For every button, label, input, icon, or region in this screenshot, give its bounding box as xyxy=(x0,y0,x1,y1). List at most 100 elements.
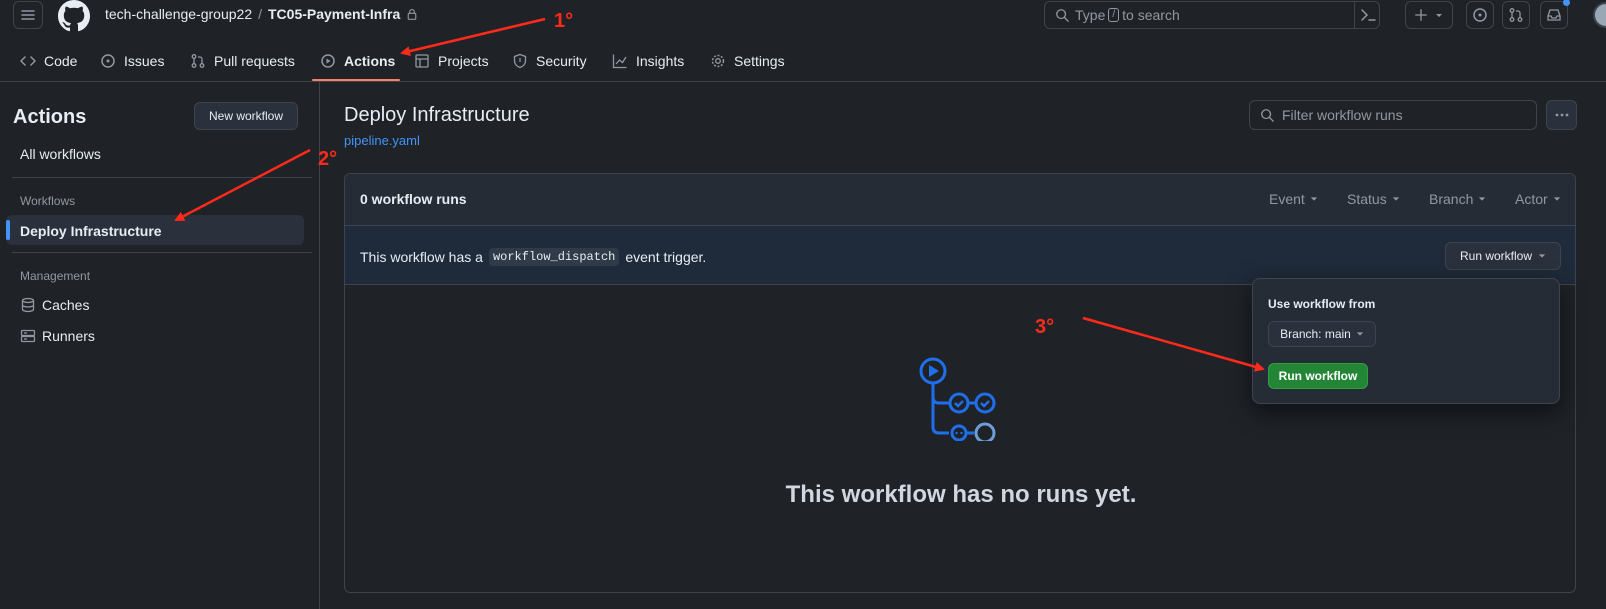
sidebar-divider xyxy=(12,252,312,253)
tab-code[interactable]: Code xyxy=(20,48,77,74)
chevron-down-icon xyxy=(1356,332,1364,336)
play-circle-icon xyxy=(321,54,335,68)
chevron-down-icon xyxy=(1310,197,1318,201)
inbox-icon xyxy=(1547,9,1561,21)
sidebar-item-label: All workflows xyxy=(20,146,101,162)
chevron-down-icon xyxy=(1553,197,1560,201)
chevron-down-icon xyxy=(1538,254,1546,258)
search-input[interactable]: Type / to search xyxy=(1044,1,1380,29)
sidebar-item-deploy-infrastructure[interactable]: Deploy Infrastructure xyxy=(20,223,162,239)
run-workflow-dropdown-button[interactable]: Run workflow xyxy=(1445,242,1561,270)
search-prefix-text: Type xyxy=(1075,7,1106,23)
breadcrumb-separator: / xyxy=(258,6,262,22)
event-filter-dropdown[interactable]: Event xyxy=(1269,191,1318,207)
annotation-step-2: 2° xyxy=(318,148,338,170)
sidebar-item-runners[interactable]: Runners xyxy=(20,328,95,344)
status-filter-dropdown[interactable]: Status xyxy=(1347,191,1400,207)
tab-settings[interactable]: Settings xyxy=(710,48,785,74)
code-icon xyxy=(20,56,36,66)
sidebar-item-caches[interactable]: Caches xyxy=(20,297,89,313)
search-suffix-text: to search xyxy=(1122,7,1180,23)
new-workflow-button[interactable]: New workflow xyxy=(194,102,298,130)
page-title: Deploy Infrastructure xyxy=(344,104,530,126)
plus-icon xyxy=(1415,9,1427,21)
tab-security[interactable]: Security xyxy=(512,48,587,74)
issue-icon xyxy=(101,54,115,68)
menu-button[interactable] xyxy=(13,1,43,29)
search-shortcut-key: / xyxy=(1108,8,1120,22)
tab-pull-requests[interactable]: Pull requests xyxy=(190,48,295,74)
repo-nav: Code Issues Pull requests Actions Projec… xyxy=(0,40,1606,82)
event-filter-label: Event xyxy=(1269,191,1305,207)
sidebar-title: Actions xyxy=(13,106,87,128)
search-icon xyxy=(1056,9,1069,22)
tab-actions[interactable]: Actions xyxy=(320,48,395,74)
run-workflow-submit-button[interactable]: Run workflow xyxy=(1268,363,1368,389)
table-icon xyxy=(415,54,429,68)
workflow-runs-count: 0 workflow runs xyxy=(360,191,467,207)
tab-insights[interactable]: Insights xyxy=(612,48,684,74)
tab-security-label: Security xyxy=(536,53,587,69)
branch-filter-dropdown[interactable]: Branch xyxy=(1429,191,1486,207)
sidebar-item-all-workflows[interactable]: All workflows xyxy=(20,146,101,162)
issue-icon xyxy=(1473,8,1487,22)
dispatch-event-code: workflow_dispatch xyxy=(488,248,620,266)
sidebar-active-indicator xyxy=(6,220,10,240)
create-new-button[interactable] xyxy=(1405,1,1453,29)
sidebar-section-workflows: Workflows xyxy=(20,194,76,208)
sidebar-item-label: Caches xyxy=(42,297,90,313)
chevron-down-icon xyxy=(1479,197,1486,201)
workflow-graph-icon xyxy=(919,357,1003,441)
repo-owner-link[interactable]: tech-challenge-group22 xyxy=(105,6,252,22)
chevron-down-icon xyxy=(1392,197,1399,201)
branch-select-button[interactable]: Branch: main xyxy=(1268,321,1376,347)
notification-dot xyxy=(1563,0,1570,6)
dispatch-suffix: event trigger. xyxy=(625,249,707,265)
repo-name-link[interactable]: TC05-Payment-Infra xyxy=(268,6,400,22)
sidebar: Actions New workflow All workflows Workf… xyxy=(0,82,320,609)
chevron-down-icon xyxy=(1436,14,1442,17)
workflow-file-link[interactable]: pipeline.yaml xyxy=(344,133,420,148)
use-workflow-from-label: Use workflow from xyxy=(1268,297,1376,311)
empty-state-message: This workflow has no runs yet. xyxy=(785,481,1137,508)
lock-icon xyxy=(407,8,417,20)
tab-pull-requests-label: Pull requests xyxy=(214,53,295,69)
sidebar-item-label: Runners xyxy=(42,328,95,344)
run-workflow-label: Run workflow xyxy=(1459,249,1533,263)
database-icon xyxy=(21,297,35,313)
issues-button[interactable] xyxy=(1466,1,1494,29)
shield-icon xyxy=(513,53,527,69)
tab-projects-label: Projects xyxy=(438,53,489,69)
tab-insights-label: Insights xyxy=(636,53,685,69)
breadcrumb: tech-challenge-group22 / TC05-Payment-In… xyxy=(105,6,418,22)
server-icon xyxy=(20,329,36,343)
sidebar-divider xyxy=(12,177,312,178)
command-palette-button[interactable] xyxy=(1354,1,1380,29)
pull-requests-button[interactable] xyxy=(1502,1,1530,29)
tab-issues[interactable]: Issues xyxy=(100,48,164,74)
tab-issues-label: Issues xyxy=(124,53,165,69)
pull-request-icon xyxy=(191,54,205,68)
sidebar-item-label: Deploy Infrastructure xyxy=(20,223,162,239)
top-header: tech-challenge-group22 / TC05-Payment-In… xyxy=(0,0,1606,32)
branch-select-label: Branch: main xyxy=(1280,327,1351,341)
gear-icon xyxy=(711,54,725,68)
actor-filter-label: Actor xyxy=(1515,191,1548,207)
hamburger-icon xyxy=(21,10,35,20)
tab-projects[interactable]: Projects xyxy=(414,48,489,74)
sidebar-section-management: Management xyxy=(20,269,91,283)
filter-runs-placeholder: Filter workflow runs xyxy=(1282,107,1403,123)
actor-filter-dropdown[interactable]: Actor xyxy=(1515,191,1561,207)
branch-filter-label: Branch xyxy=(1429,191,1474,207)
github-logo-icon[interactable] xyxy=(58,0,90,32)
status-filter-label: Status xyxy=(1347,191,1387,207)
kebab-horizontal-icon xyxy=(1555,113,1568,117)
more-options-button[interactable] xyxy=(1546,100,1577,130)
run-workflow-popover: Use workflow from Branch: main Run workf… xyxy=(1252,278,1560,404)
tab-code-label: Code xyxy=(44,53,78,69)
tab-settings-label: Settings xyxy=(734,53,785,69)
dispatch-trigger-banner: This workflow has a workflow_dispatch ev… xyxy=(345,226,1575,285)
inbox-button[interactable] xyxy=(1540,0,1570,29)
filter-runs-input[interactable]: Filter workflow runs xyxy=(1249,100,1537,130)
avatar[interactable] xyxy=(1593,2,1606,28)
